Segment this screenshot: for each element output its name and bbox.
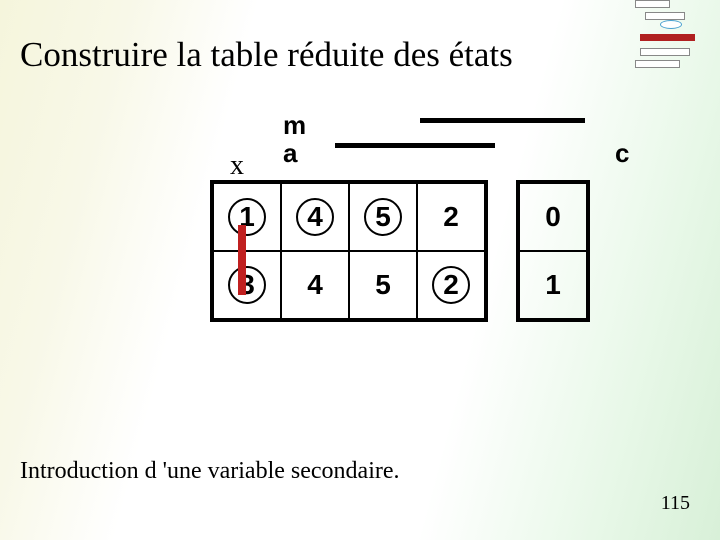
cell-value: 2 xyxy=(443,201,459,233)
cell-value: 4 xyxy=(307,269,323,301)
label-c: c xyxy=(615,138,629,169)
circled-value: 5 xyxy=(364,198,402,236)
cell-value: 1 xyxy=(545,269,561,301)
table-cell: 5 xyxy=(349,183,417,251)
output-column-c: 0 1 xyxy=(516,180,590,322)
table-cell: 4 xyxy=(281,251,349,319)
circled-value: 1 xyxy=(228,198,266,236)
table-cell: 1 xyxy=(519,251,587,319)
table-cell: 1 xyxy=(213,183,281,251)
page-number: 115 xyxy=(661,492,690,515)
overline-bottom xyxy=(335,143,495,148)
label-a: a xyxy=(283,138,297,169)
table-cell: 3 xyxy=(213,251,281,319)
page-title: Construire la table réduite des états xyxy=(20,35,513,75)
overline-top xyxy=(420,118,585,123)
main-state-table: 1 4 5 2 3 4 5 2 xyxy=(210,180,488,322)
table-cell: 2 xyxy=(417,251,485,319)
header-labels: m a x c xyxy=(210,110,650,180)
cell-value: 5 xyxy=(375,269,391,301)
table-cell: 4 xyxy=(281,183,349,251)
cell-value: 0 xyxy=(545,201,561,233)
table-cell: 5 xyxy=(349,251,417,319)
label-m: m xyxy=(283,110,306,141)
state-table-diagram: m a x c 1 4 5 2 3 4 5 2 0 1 xyxy=(210,110,650,322)
red-marker-bar xyxy=(238,225,246,295)
table-cell: 2 xyxy=(417,183,485,251)
corner-decoration xyxy=(620,0,690,75)
circled-value: 2 xyxy=(432,266,470,304)
circled-value: 3 xyxy=(228,266,266,304)
table-cell: 0 xyxy=(519,183,587,251)
circled-value: 4 xyxy=(296,198,334,236)
label-x: x xyxy=(230,150,244,182)
footer-text: Introduction d 'une variable secondaire. xyxy=(20,458,400,485)
